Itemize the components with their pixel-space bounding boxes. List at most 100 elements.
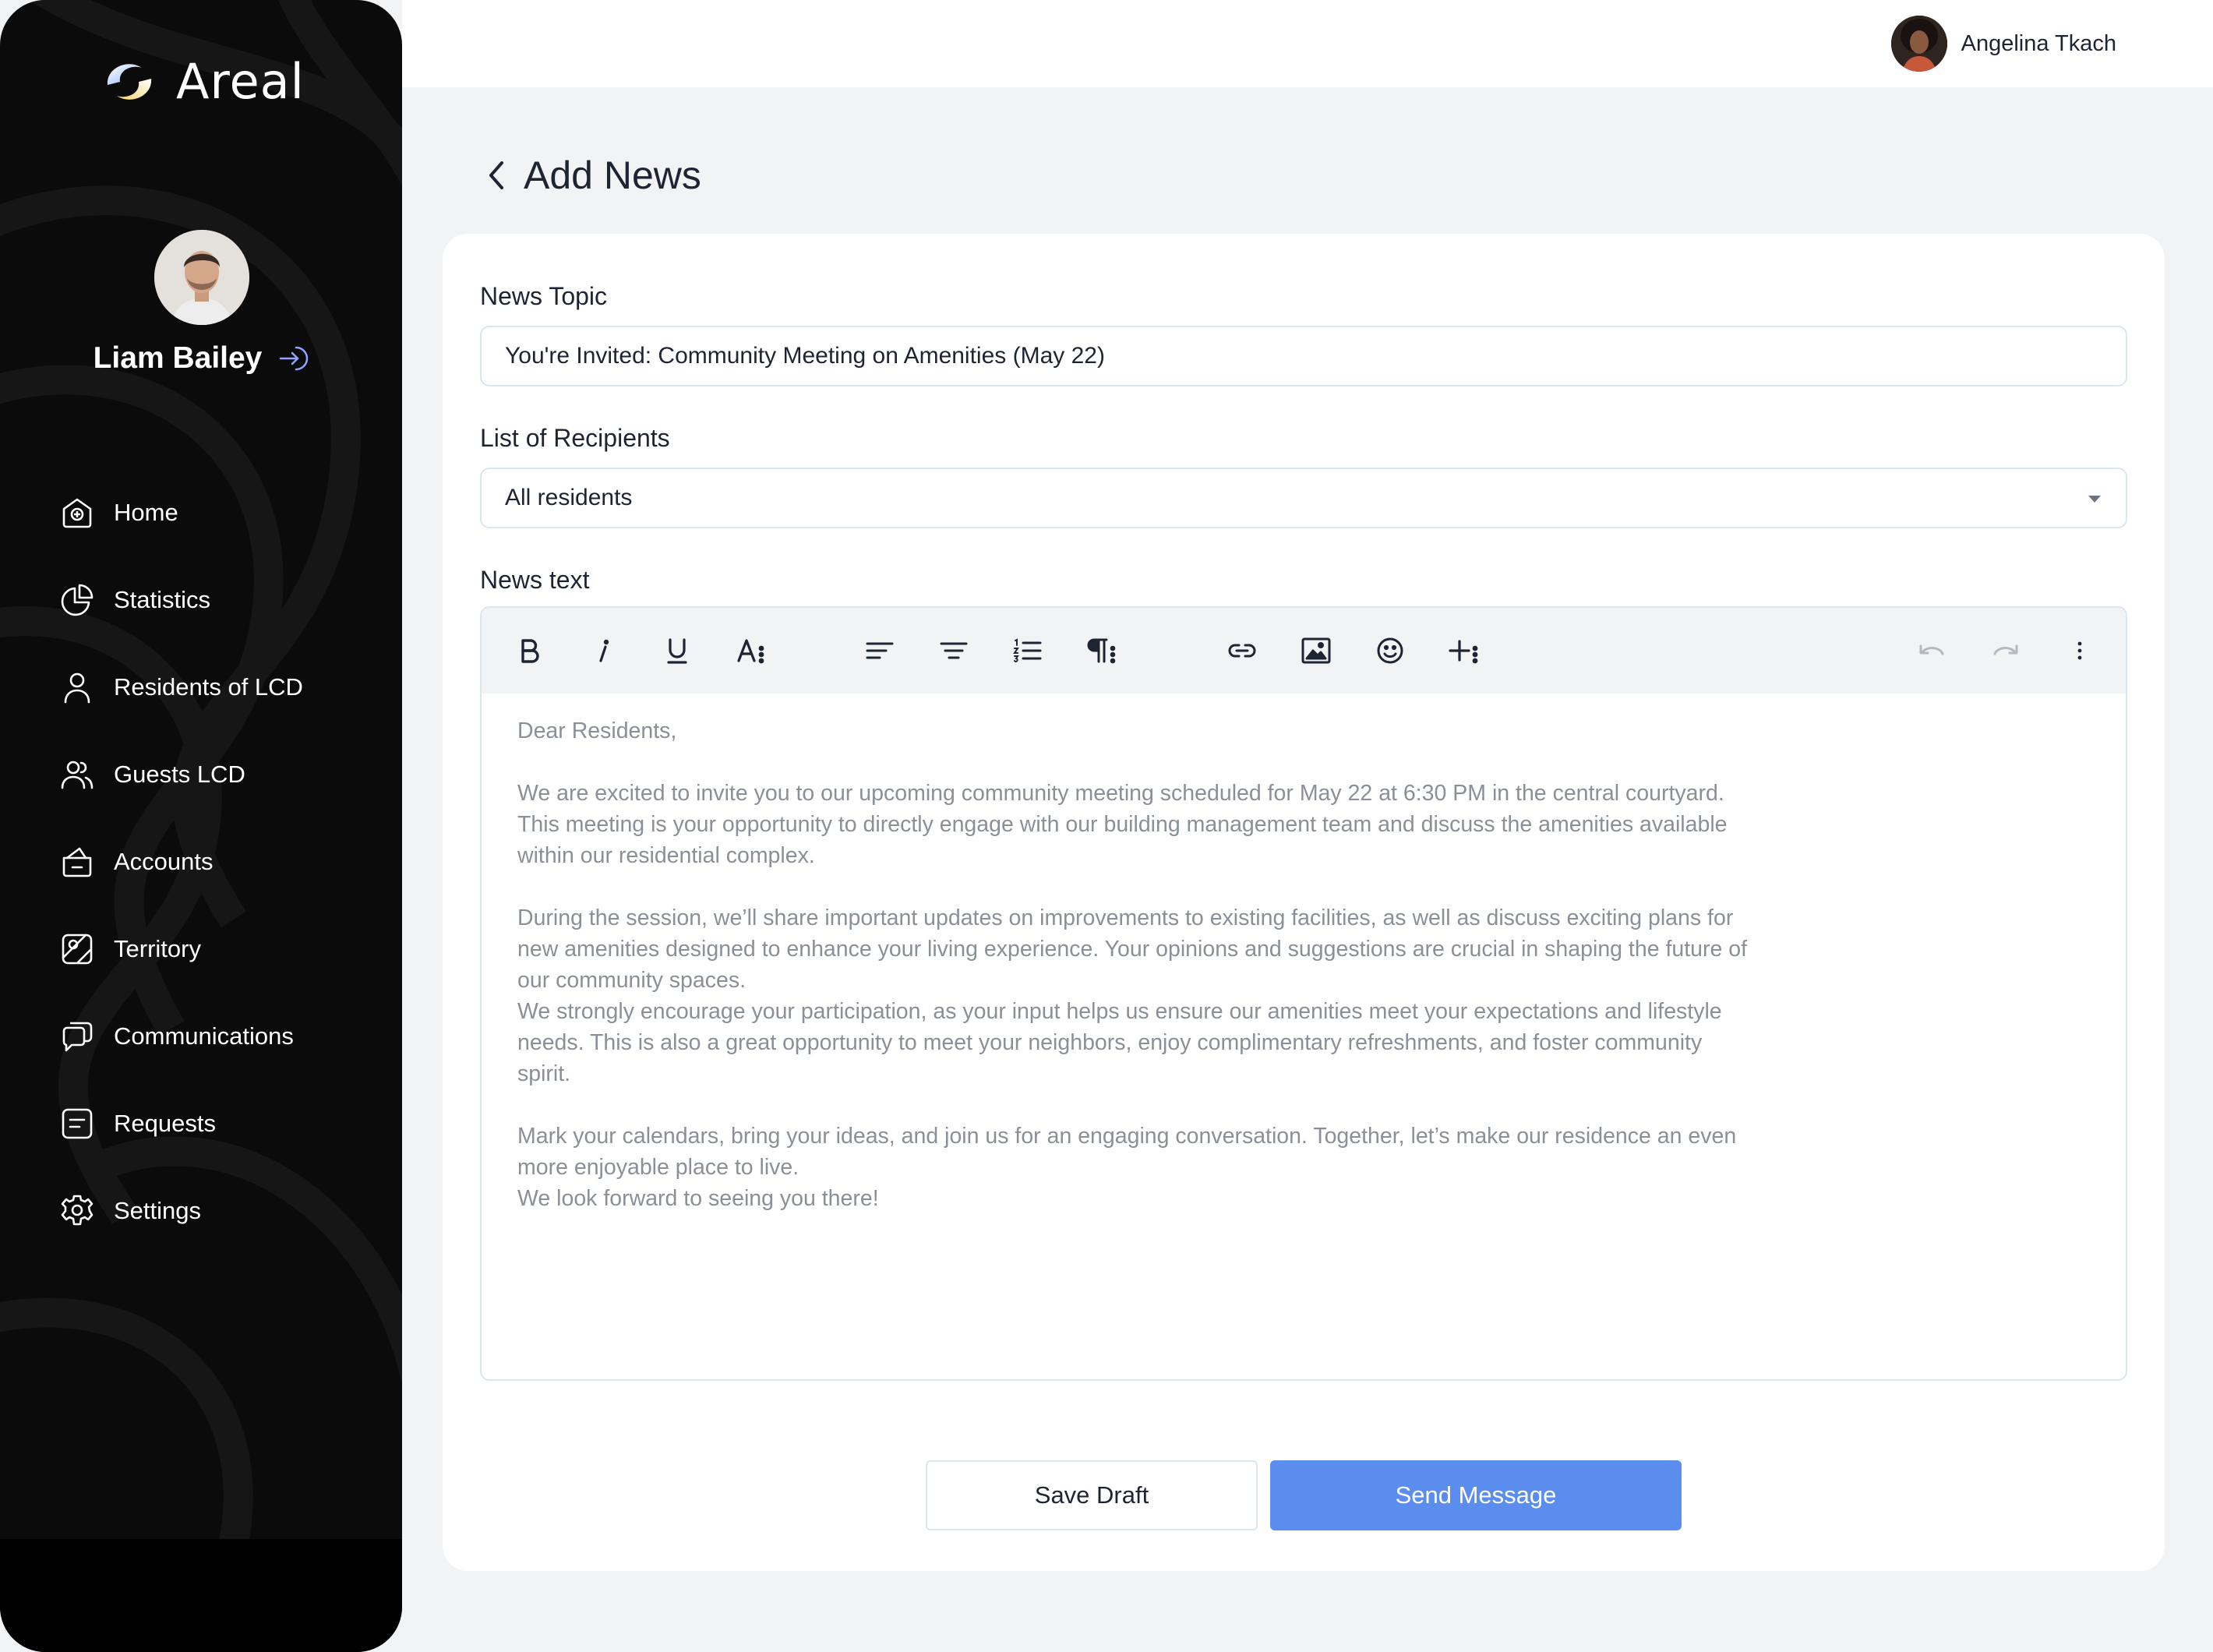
user-menu[interactable]: Angelina Tkach	[1890, 16, 2116, 72]
profile-name: Liam Bailey	[93, 341, 263, 375]
insert-icon	[1449, 640, 1478, 664]
editor-content[interactable]: Dear Residents, We are excited to invite…	[517, 715, 1873, 1214]
sidebar-item-label: Accounts	[114, 848, 214, 875]
paragraph-icon	[1087, 638, 1116, 664]
user-name: Angelina Tkach	[1961, 30, 2116, 56]
sidebar-item-guests[interactable]: Guests LCD	[59, 731, 386, 818]
redo-icon	[1993, 644, 2018, 655]
link-button[interactable]	[1221, 630, 1263, 672]
sidebar-item-label: Guests LCD	[114, 761, 245, 788]
bold-button[interactable]	[508, 630, 550, 672]
user-avatar	[1890, 16, 1947, 72]
paragraph-button[interactable]	[1081, 630, 1123, 672]
editor-line	[517, 1089, 1873, 1121]
document-icon	[62, 1108, 93, 1139]
editor-line	[517, 871, 1873, 902]
sidebar-item-label: Requests	[114, 1110, 216, 1137]
more-vertical-icon	[2077, 641, 2082, 660]
back-link[interactable]: Add News	[483, 153, 701, 198]
recipients-label: List of Recipients	[480, 424, 670, 452]
editor-line: more enjoyable place to live.	[517, 1155, 799, 1180]
align-left-button[interactable]	[859, 630, 901, 672]
undo-icon	[1919, 644, 1944, 655]
editor-line: new amenities designed to enhance your l…	[517, 937, 1748, 962]
sidebar-item-label: Territory	[114, 935, 201, 962]
save-draft-button[interactable]: Save Draft	[926, 1460, 1258, 1530]
profile-avatar-image	[154, 230, 249, 325]
sidebar-item-statistics[interactable]: Statistics	[59, 556, 386, 644]
editor-line: needs. This is also a great opportunity …	[517, 1030, 1703, 1055]
editor-toolbar	[482, 608, 2126, 694]
numbered-list-icon	[1013, 638, 1042, 662]
sidebar-item-accounts[interactable]: Accounts	[59, 818, 386, 905]
editor-line: During the session, we’ll share importan…	[517, 905, 1734, 930]
gear-icon	[61, 1195, 94, 1226]
align-center-button[interactable]	[933, 630, 975, 672]
logout-arrow-icon[interactable]	[277, 343, 309, 374]
underline-button[interactable]	[656, 630, 698, 672]
news-topic-input[interactable]: You're Invited: Community Meeting on Ame…	[480, 326, 2127, 387]
sidebar-item-home[interactable]: Home	[59, 469, 386, 556]
profile-avatar[interactable]	[154, 230, 249, 325]
chat-icon	[62, 1022, 93, 1052]
more-options-button[interactable]	[2059, 630, 2101, 672]
redo-button[interactable]	[1985, 630, 2027, 672]
recipients-select[interactable]: All residents	[480, 468, 2127, 528]
sidebar: Areal Liam Bailey Home Statistics Reside…	[0, 0, 402, 1652]
sidebar-item-territory[interactable]: Territory	[59, 905, 386, 993]
align-center-icon	[940, 642, 968, 659]
sidebar-item-label: Residents of LCD	[114, 673, 303, 701]
font-size-button[interactable]	[730, 630, 772, 672]
underline-icon	[667, 638, 687, 664]
insert-image-button[interactable]	[1295, 630, 1337, 672]
editor-line: We strongly encourage your participation…	[517, 999, 1722, 1024]
editor-line: We look forward to seeing you there!	[517, 1186, 879, 1211]
emoji-icon	[1377, 637, 1403, 664]
italic-button[interactable]	[582, 630, 624, 672]
news-topic-value: You're Invited: Community Meeting on Ame…	[505, 343, 1105, 369]
sidebar-item-label: Home	[114, 499, 178, 526]
italic-icon	[599, 639, 609, 662]
sidebar-nav: Home Statistics Residents of LCD Guests …	[59, 469, 386, 1255]
chevron-left-icon	[489, 161, 503, 189]
send-message-button[interactable]: Send Message	[1270, 1460, 1682, 1530]
top-bar: Angelina Tkach	[402, 0, 2213, 87]
wallet-icon	[62, 847, 92, 877]
font-size-icon	[737, 639, 764, 664]
pie-chart-icon	[61, 584, 94, 616]
sidebar-item-settings[interactable]: Settings	[59, 1167, 386, 1255]
image-icon	[1301, 637, 1331, 664]
bold-icon	[521, 639, 539, 663]
editor-line	[517, 747, 1873, 778]
map-icon	[62, 934, 93, 965]
rich-text-editor[interactable]: Dear Residents, We are excited to invite…	[480, 606, 2127, 1381]
align-left-icon	[866, 642, 894, 659]
caret-down-icon	[2088, 496, 2101, 503]
user-avatar-image	[1890, 16, 1947, 72]
emoji-button[interactable]	[1369, 630, 1411, 672]
editor-line: We are excited to invite you to our upco…	[517, 781, 1724, 806]
sidebar-item-label: Settings	[114, 1197, 202, 1224]
undo-button[interactable]	[1911, 630, 1953, 672]
sidebar-item-label: Statistics	[114, 586, 211, 613]
sidebar-item-communications[interactable]: Communications	[59, 993, 386, 1080]
editor-line: our community spaces.	[517, 968, 746, 993]
news-topic-label: News Topic	[480, 282, 608, 310]
brand[interactable]: Areal	[101, 53, 305, 110]
sidebar-item-residents[interactable]: Residents of LCD	[59, 644, 386, 731]
sidebar-item-label: Communications	[114, 1022, 294, 1050]
add-news-form: News Topic You're Invited: Community Mee…	[443, 234, 2165, 1571]
numbered-list-button[interactable]	[1007, 630, 1049, 672]
users-icon	[61, 761, 94, 789]
insert-more-button[interactable]	[1443, 630, 1485, 672]
editor-line: within our residential complex.	[517, 843, 815, 868]
editor-line: Mark your calendars, bring your ideas, a…	[517, 1124, 1737, 1149]
editor-line: This meeting is your opportunity to dire…	[517, 812, 1728, 837]
profile-row: Liam Bailey	[0, 341, 402, 376]
user-icon	[64, 672, 90, 704]
home-icon	[62, 498, 92, 528]
sidebar-item-requests[interactable]: Requests	[59, 1080, 386, 1167]
recipients-value: All residents	[505, 485, 633, 510]
areal-logo-icon	[107, 63, 152, 100]
editor-line: Dear Residents,	[517, 718, 677, 743]
